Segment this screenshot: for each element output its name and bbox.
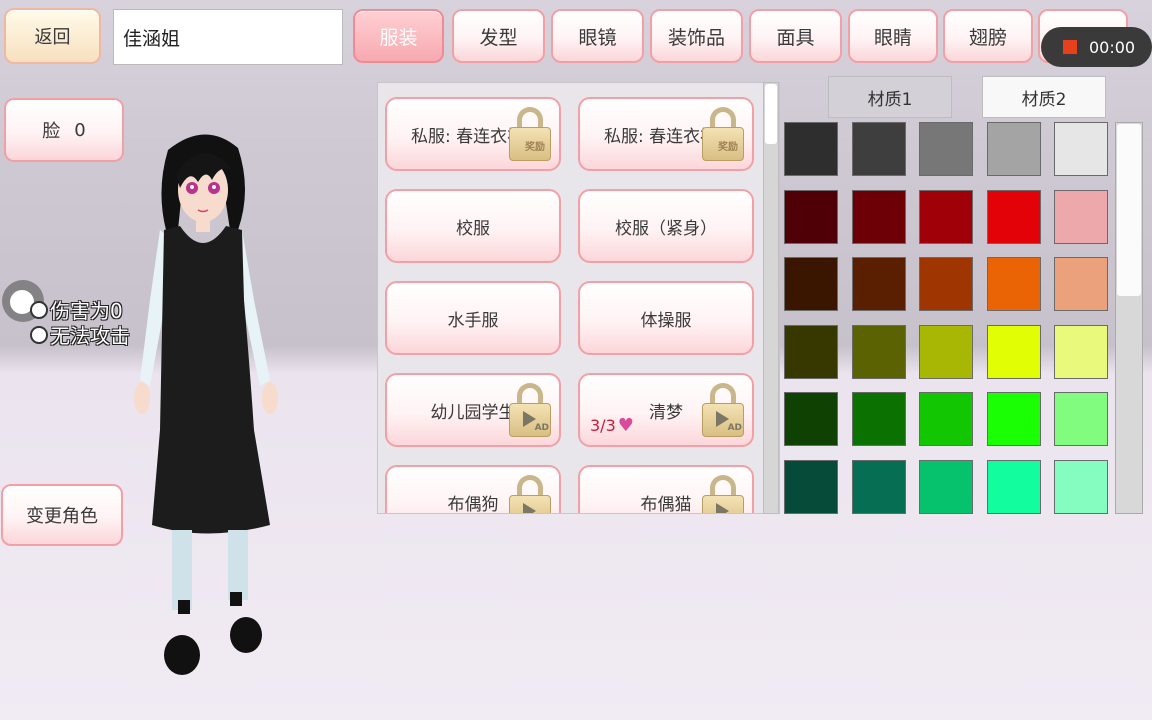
outfit-list-scroll-thumb[interactable] [765,84,777,144]
color-swatch[interactable] [986,459,1041,514]
toggle-no-attack-label: 无法攻击 [50,324,130,348]
outfit-item[interactable]: 私服: 春连衣裙2 奖励 [578,97,754,171]
outfit-label: 校服（紧身） [615,218,717,239]
outfit-label: 校服 [456,218,490,239]
color-swatch[interactable] [986,122,1041,176]
outfit-item[interactable]: 体操服 [578,281,754,355]
color-swatch[interactable] [784,122,838,176]
outfit-item[interactable]: 私服: 春连衣裙1 奖励 [385,97,561,171]
color-swatch[interactable] [919,122,973,176]
character-model [134,134,278,675]
lock-tag: AD [534,423,549,433]
outfit-list-panel[interactable]: 私服: 春连衣裙1 奖励 私服: 春连衣裙2 奖励校服 校服（紧身） 水手服 体操服幼儿园学… [377,82,780,514]
outfit-label: 布偶狗 [447,494,499,514]
color-swatch[interactable] [1054,189,1108,244]
ad-lock-icon: AD [702,383,744,437]
count-text: 3/3 [590,416,616,435]
radio-dot-icon [30,300,48,319]
color-swatch[interactable] [784,257,838,311]
back-button[interactable]: 返回 [4,8,101,64]
color-swatch[interactable] [1054,257,1108,311]
color-swatch[interactable] [851,392,906,446]
outfit-item[interactable]: 布偶狗 AD [385,465,561,514]
outfit-label: 幼儿园学生 [430,402,516,423]
face-label: 脸 [42,121,61,142]
tab-hairstyle[interactable]: 发型 [452,9,545,63]
tab-wings[interactable]: 翅膀 [943,9,1033,63]
lock-tag: 奖励 [525,142,545,153]
outfit-item[interactable]: 校服（紧身） [578,189,754,263]
color-swatch[interactable] [1054,122,1108,176]
outfit-item[interactable]: 幼儿园学生 AD [385,373,561,447]
material-tab-2[interactable]: 材质2 [982,76,1106,118]
color-swatch[interactable] [784,189,838,244]
toggle-no-attack[interactable]: 无法攻击 [30,320,130,349]
screen-recorder[interactable]: 00:00 [1041,27,1152,67]
outfit-list-scrollbar[interactable] [763,82,779,514]
color-swatch[interactable] [784,392,838,446]
color-swatch[interactable] [851,324,906,379]
color-swatch[interactable] [919,392,973,446]
color-swatch[interactable] [1054,324,1108,379]
lock-tag: AD [727,423,742,433]
outfit-label: 布偶猫 [640,494,692,514]
reward-lock-icon: 奖励 [702,107,744,161]
material-tab-1[interactable]: 材质1 [828,76,952,118]
face-button[interactable]: 脸 0 [4,98,124,162]
color-swatch[interactable] [784,324,838,379]
color-swatch[interactable] [986,189,1041,244]
tab-clothes[interactable]: 服装 [353,9,444,63]
outfit-item[interactable]: 布偶猫 AD [578,465,754,514]
color-swatch[interactable] [784,459,838,514]
color-swatch[interactable] [919,189,973,244]
tab-mask[interactable]: 面具 [749,9,842,63]
outfit-label: 体操服 [640,310,692,331]
color-swatch[interactable] [1054,392,1108,446]
color-swatch[interactable] [851,459,906,514]
color-swatch[interactable] [1054,459,1108,514]
ad-lock-icon: AD [702,475,744,513]
record-stop-icon[interactable] [1063,40,1077,54]
color-swatch[interactable] [986,257,1041,311]
color-palette [784,122,1110,514]
color-swatch[interactable] [919,459,973,514]
outfit-count: 3/3 ♥ [590,415,634,436]
outfit-item[interactable]: 清梦 AD 3/3 ♥ [578,373,754,447]
outfit-item[interactable]: 水手服 [385,281,561,355]
color-palette-scroll-thumb[interactable] [1117,124,1141,296]
color-swatch[interactable] [986,392,1041,446]
ad-lock-icon: AD [509,383,551,437]
lock-tag: 奖励 [718,142,738,153]
character-name-input[interactable]: 佳涵姐 [113,9,343,65]
change-character-button[interactable]: 变更角色 [1,484,123,546]
color-swatch[interactable] [986,324,1041,379]
color-swatch[interactable] [919,257,973,311]
color-swatch[interactable] [851,257,906,311]
tab-accessories[interactable]: 装饰品 [650,9,743,63]
color-swatch[interactable] [919,324,973,379]
recorder-time: 00:00 [1089,37,1136,57]
face-value: 0 [74,119,86,141]
tab-glasses[interactable]: 眼镜 [551,9,644,63]
outfit-item[interactable]: 校服 [385,189,561,263]
reward-lock-icon: 奖励 [509,107,551,161]
color-swatch[interactable] [851,122,906,176]
outfit-label: 水手服 [447,310,499,331]
radio-dot-icon [30,325,48,344]
outfit-label: 清梦 [649,402,683,423]
heart-icon: ♥ [617,415,634,436]
color-swatch[interactable] [851,189,906,244]
tab-eyes[interactable]: 眼睛 [848,9,938,63]
ad-lock-icon: AD [509,475,551,513]
